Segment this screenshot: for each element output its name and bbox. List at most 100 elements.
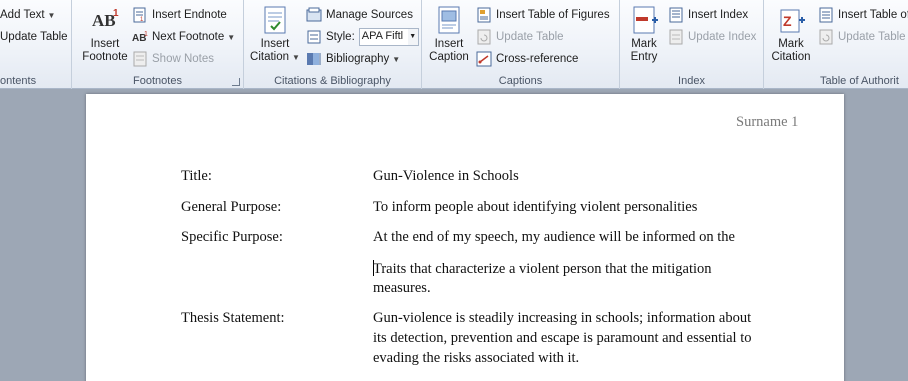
mark-entry-line1: Mark (631, 38, 657, 50)
mark-citation-line1: Mark (778, 38, 804, 50)
page-header: Surname 1 (736, 114, 799, 130)
ribbon: Add Text ▼ Update Table ontents AB 1 Inse… (0, 0, 908, 89)
insert-index-label: Insert Index (688, 9, 749, 21)
dropdown-arrow-icon: ▼ (47, 10, 56, 20)
insert-table-of-authorities-button[interactable]: Insert Table of (818, 6, 908, 24)
mark-entry-button[interactable]: Mark Entry (624, 4, 664, 64)
insert-index-icon (668, 7, 684, 23)
update-table-captions-button[interactable]: Update Table (476, 28, 564, 46)
insert-endnote-button[interactable]: 1 Insert Endnote (132, 6, 227, 24)
cross-reference-label: Cross-reference (496, 53, 579, 65)
insert-index-button[interactable]: Insert Index (668, 6, 748, 24)
update-table-authorities-label: Update Table (838, 31, 906, 43)
group-index: Mark Entry Insert Index Update Index Ind… (620, 0, 764, 89)
cross-reference-icon (476, 51, 492, 67)
group-label-citations: Citations & Bibliography (274, 75, 391, 87)
group-citations-bibliography: Insert Citation ▼ Manage Sources Style: A… (244, 0, 422, 89)
style-label: Style: (326, 31, 355, 43)
insert-citation-button[interactable]: Insert Citation ▼ (250, 4, 300, 64)
row-value-title: Gun-Violence in Schools (373, 168, 519, 184)
update-table-captions-label: Update Table (496, 31, 564, 43)
citation-icon (259, 4, 291, 36)
group-label-captions: Captions (498, 75, 543, 87)
insert-table-of-figures-button[interactable]: Insert Table of Figures (476, 6, 610, 24)
bibliography-button[interactable]: Bibliography ▼ (306, 50, 400, 68)
mark-citation-line2: Citation (771, 51, 811, 63)
chevron-down-icon: ▼ (407, 29, 418, 45)
row-label-specific-purpose: Specific Purpose: (181, 229, 283, 245)
insert-caption-line1: Insert (434, 38, 464, 50)
insert-caption-line2: Caption (429, 51, 469, 63)
dropdown-arrow-icon: ▼ (227, 32, 236, 42)
manage-sources-label: Manage Sources (326, 9, 413, 21)
mark-citation-button[interactable]: Z Mark Citation (768, 4, 814, 64)
group-label-index: Index (678, 75, 705, 87)
show-notes-button[interactable]: Show Notes (132, 50, 214, 68)
row-value-thesis-line2: its detection, prevention and escape is … (373, 330, 752, 346)
citation-style-dropdown[interactable]: APA Fiftl ▼ (358, 28, 419, 46)
add-text-button[interactable]: Add Text ▼ (0, 6, 55, 24)
update-index-icon (668, 29, 684, 45)
show-notes-icon (132, 51, 148, 67)
insert-footnote-line2: Footnote (82, 51, 128, 63)
paragraph-traits-line1: Traits that characterize a violent perso… (373, 260, 712, 278)
group-table-of-contents: Add Text ▼ Update Table ontents (0, 0, 72, 89)
footnotes-dialog-launcher-icon[interactable] (232, 78, 240, 86)
next-footnote-label: Next Footnote (152, 31, 225, 43)
group-captions: Insert Caption Insert Table of Figures U… (422, 0, 620, 89)
update-table-toc-label: Update Table (0, 31, 68, 43)
next-footnote-button[interactable]: AB 1 Next Footnote ▼ (132, 28, 235, 46)
svg-text:1: 1 (113, 8, 119, 19)
insert-caption-button[interactable]: Insert Caption (426, 4, 472, 64)
group-label-authorities: Table of Authorit (820, 75, 899, 87)
manage-sources-button[interactable]: Manage Sources (306, 6, 413, 24)
dropdown-arrow-icon: ▼ (392, 54, 401, 64)
svg-text:Z: Z (783, 13, 792, 29)
mark-citation-icon: Z (775, 4, 807, 36)
insert-footnote-button[interactable]: AB 1 Insert Footnote (76, 4, 134, 64)
caption-icon (433, 4, 465, 36)
paragraph-traits-line2: measures. (373, 280, 431, 296)
update-index-label: Update Index (688, 31, 757, 43)
citation-style-value: APA Fiftl (361, 30, 404, 42)
citation-style-control: Style: APA Fiftl ▼ (306, 28, 419, 46)
group-table-of-authorities: Z Mark Citation Insert Table of Update T… (764, 0, 908, 89)
update-index-button[interactable]: Update Index (668, 28, 756, 46)
document-page[interactable]: Surname 1 Title: Gun-Violence in Schools… (86, 94, 844, 381)
row-value-thesis-line1: Gun-violence is steadily increasing in s… (373, 310, 752, 326)
insert-table-of-figures-label: Insert Table of Figures (496, 9, 610, 21)
update-table-toc-button[interactable]: Update Table (0, 28, 68, 46)
footnote-icon: AB 1 (89, 4, 121, 36)
row-value-specific-purpose: At the end of my speech, my audience wil… (373, 229, 735, 245)
row-value-thesis-line3: evading the risks associated with it. (373, 350, 580, 366)
insert-endnote-label: Insert Endnote (152, 9, 227, 21)
insert-footnote-line1: Insert (90, 38, 120, 50)
endnote-icon: 1 (132, 7, 148, 23)
next-footnote-icon: AB 1 (132, 29, 148, 45)
row-label-title: Title: (181, 168, 212, 184)
bibliography-label: Bibliography (326, 53, 390, 65)
cross-reference-button[interactable]: Cross-reference (476, 50, 578, 68)
update-table-icon (476, 29, 492, 45)
update-table-authorities-button[interactable]: Update Table (818, 28, 906, 46)
show-notes-label: Show Notes (152, 53, 215, 65)
svg-text:1: 1 (144, 31, 148, 38)
table-of-authorities-icon (818, 7, 834, 23)
mark-entry-icon (628, 4, 660, 36)
bibliography-icon (306, 51, 322, 67)
row-label-general-purpose: General Purpose: (181, 199, 282, 215)
mark-entry-line2: Entry (630, 51, 658, 63)
group-footnotes: AB 1 Insert Footnote 1 Insert Endnote AB… (72, 0, 244, 89)
add-text-label: Add Text (0, 9, 45, 21)
group-label-footnotes: Footnotes (133, 75, 182, 87)
table-of-figures-icon (476, 7, 492, 23)
row-value-general-purpose: To inform people about identifying viole… (373, 199, 698, 215)
insert-citation-line1: Insert (260, 38, 290, 50)
style-icon (306, 29, 322, 45)
group-label-contents: ontents (0, 75, 37, 87)
insert-table-of-authorities-label: Insert Table of (838, 9, 908, 21)
row-label-thesis-statement: Thesis Statement: (181, 310, 285, 326)
dropdown-arrow-icon: ▼ (292, 53, 300, 62)
manage-sources-icon (306, 7, 322, 23)
paragraph-traits-text1: Traits that characterize a violent perso… (373, 261, 712, 277)
